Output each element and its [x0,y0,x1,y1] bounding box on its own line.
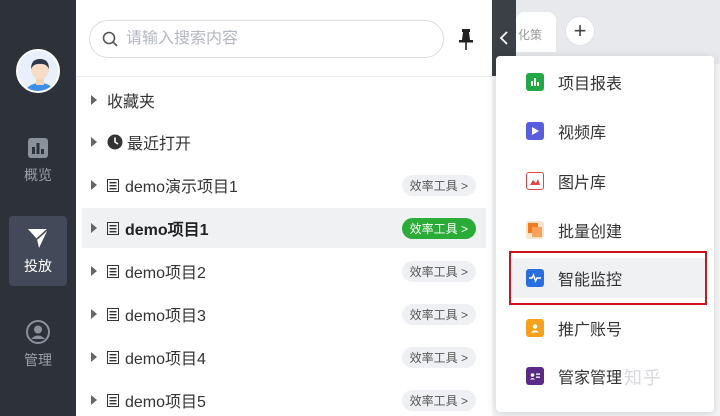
expand-arrow-icon[interactable] [91,266,97,276]
expand-arrow-icon[interactable] [91,395,97,405]
expand-arrow-icon[interactable] [91,180,97,190]
search-box[interactable] [89,20,444,58]
efficiency-tool-button[interactable]: 效率工具 > [401,218,476,239]
tree-item-label: demo项目1 [125,222,209,239]
tree-item-project-selected[interactable]: demo项目1 效率工具 > [82,208,486,248]
app-window: 概览 投放 管理 请输入搜索内容 收藏夹 最近打开 demo演示项目1 效率工具… [0,0,720,416]
sidebar-item-launch[interactable]: 投放 [9,216,67,286]
tree-item-label: demo项目5 [125,394,206,411]
document-icon [107,307,119,321]
menu-item-label: 管家管理 [558,370,623,387]
efficiency-tool-button[interactable]: 效率工具 > [401,304,476,325]
clock-icon [107,134,123,150]
sidebar-item-label: 投放 [24,258,52,274]
sidebar-item-overview[interactable]: 概览 [9,126,67,196]
menu-item-ad-account[interactable]: 推广账号 [510,308,705,348]
batch-create-icon [526,221,544,239]
search-icon [102,31,118,47]
menu-item-manager-admin[interactable]: 管家管理 [510,356,705,396]
account-icon [526,319,544,337]
expand-arrow-icon[interactable] [91,95,97,105]
sidebar-item-label: 概览 [24,167,52,183]
report-icon [526,73,544,91]
divider [76,76,492,77]
document-icon [107,178,119,192]
send-icon [28,228,49,248]
tree-item-label: demo项目3 [125,308,206,325]
image-icon [526,172,544,190]
tree-item-label: demo项目2 [125,265,206,282]
efficiency-tool-button[interactable]: 效率工具 > [401,175,476,196]
menu-item-project-report[interactable]: 项目报表 [510,62,705,102]
document-icon [107,350,119,364]
tree-item-project[interactable]: demo项目2 效率工具 > [82,251,486,291]
watermark: 知乎 [624,368,662,388]
avatar[interactable] [16,49,60,93]
left-sidebar: 概览 投放 管理 [0,0,76,416]
avatar-image [18,51,58,91]
sidebar-item-label: 管理 [24,352,52,368]
tree-item-project[interactable]: demo项目3 效率工具 > [82,294,486,334]
document-icon [107,393,119,407]
user-icon [26,320,50,344]
menu-item-label: 视频库 [558,125,607,142]
chevron-left-icon [499,31,508,45]
video-icon [526,122,544,140]
expand-arrow-icon[interactable] [91,309,97,319]
tree-item-project[interactable]: demo项目4 效率工具 > [82,337,486,377]
tree-item-recent[interactable]: 最近打开 [82,122,486,162]
menu-item-label: 项目报表 [558,76,623,93]
expand-arrow-icon[interactable] [91,223,97,233]
tree-item-label: demo演示项目1 [125,179,238,196]
sidebar-item-manage[interactable]: 管理 [9,310,67,380]
id-card-icon [526,367,544,385]
efficiency-tools-menu: 项目报表 视频库 图片库 批量创建 智能监控 推广账号 管家管理 [496,56,714,412]
menu-item-label: 图片库 [558,175,607,192]
efficiency-tool-button[interactable]: 效率工具 > [401,390,476,411]
efficiency-tool-button[interactable]: 效率工具 > [401,261,476,282]
expand-arrow-icon[interactable] [91,352,97,362]
menu-item-image-library[interactable]: 图片库 [510,161,705,201]
tree-item-favorites[interactable]: 收藏夹 [82,80,486,120]
tab-partial[interactable]: 化策 [516,12,556,52]
menu-item-video-library[interactable]: 视频库 [510,111,705,151]
menu-item-batch-create[interactable]: 批量创建 [510,210,705,250]
tree-item-project[interactable]: demo项目5 效率工具 > [82,380,486,416]
document-icon [107,264,119,278]
tree-item-label: demo项目4 [125,351,206,368]
add-tab-button[interactable]: + [565,16,595,46]
bar-chart-icon [28,138,48,158]
tree-item-label: 收藏夹 [107,94,156,111]
tree-item-project[interactable]: demo演示项目1 效率工具 > [82,165,486,205]
menu-item-label: 推广账号 [558,322,623,339]
pin-icon[interactable] [456,28,476,52]
expand-arrow-icon[interactable] [91,137,97,147]
plus-icon: + [573,18,587,43]
efficiency-tool-button[interactable]: 效率工具 > [401,347,476,368]
document-icon [107,221,119,235]
project-panel: 收藏夹 最近打开 demo演示项目1 效率工具 > [76,0,492,416]
tree-item-label: 最近打开 [127,136,192,153]
search-input[interactable] [126,30,406,48]
highlight-box [509,251,707,305]
menu-item-label: 批量创建 [558,224,623,241]
